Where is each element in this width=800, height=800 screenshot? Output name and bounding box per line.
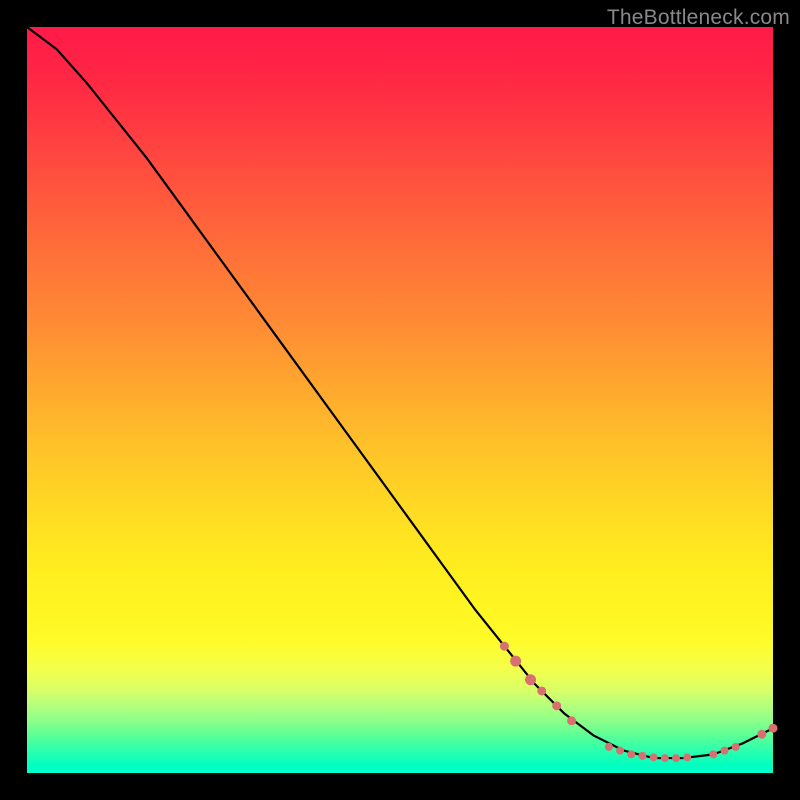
data-point	[605, 743, 612, 750]
plot-area	[27, 27, 773, 773]
chart-overlay	[27, 27, 773, 773]
data-point	[511, 656, 521, 666]
data-point	[500, 642, 508, 650]
data-point	[538, 687, 546, 695]
data-point	[568, 717, 576, 725]
data-point	[628, 751, 635, 758]
data-point	[661, 755, 668, 762]
data-point	[684, 754, 691, 761]
data-point	[769, 724, 777, 732]
data-point	[732, 743, 739, 750]
data-markers	[500, 642, 777, 761]
data-point	[553, 702, 561, 710]
data-point	[526, 675, 536, 685]
data-point	[650, 754, 657, 761]
bottleneck-curve	[27, 27, 773, 758]
data-point	[617, 747, 624, 754]
data-point	[639, 752, 646, 759]
chart-stage: TheBottleneck.com	[0, 0, 800, 800]
data-point	[721, 747, 728, 754]
data-point	[758, 730, 766, 738]
data-point	[710, 751, 717, 758]
data-point	[673, 755, 680, 762]
